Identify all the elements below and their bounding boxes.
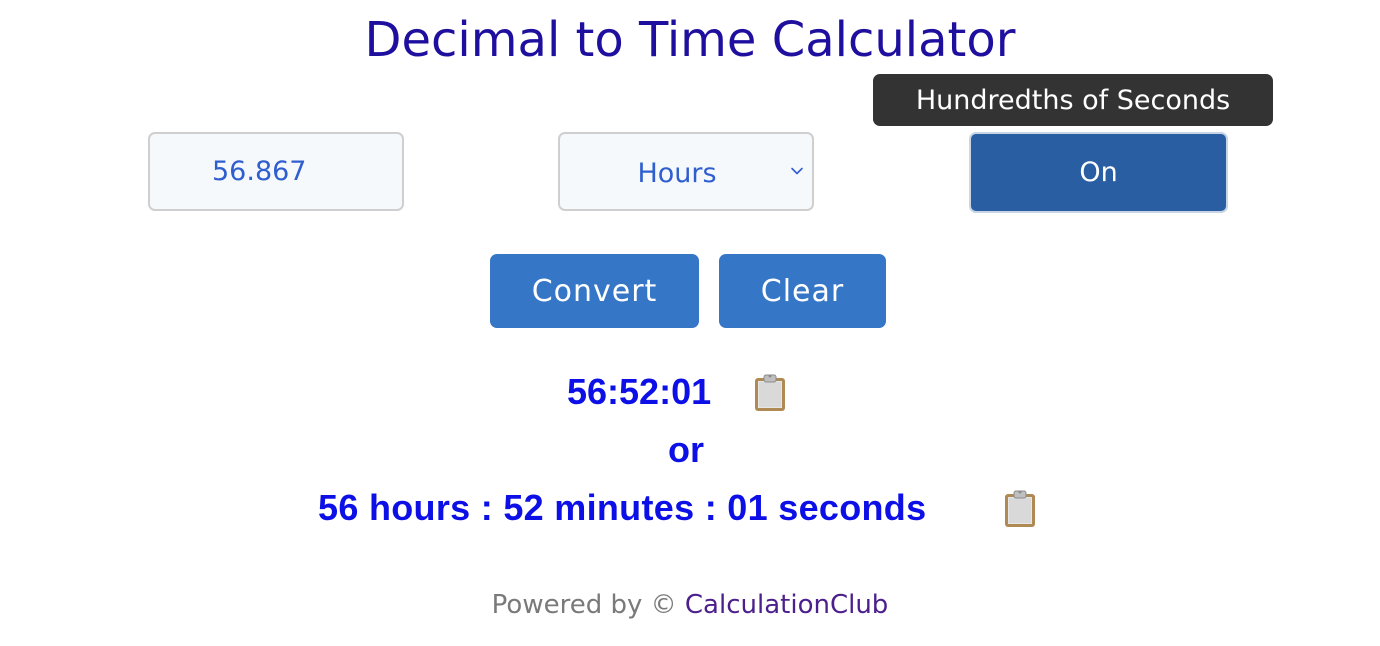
clear-button[interactable]: Clear: [719, 254, 886, 328]
chevron-down-icon: [791, 167, 803, 175]
result-hms: 56:52:01: [567, 371, 712, 412]
unit-select[interactable]: Hours: [558, 132, 814, 211]
footer: Powered by © CalculationClub: [0, 590, 1380, 620]
brand-link[interactable]: CalculationClub: [685, 590, 888, 620]
convert-button[interactable]: Convert: [490, 254, 699, 328]
or-separator: or: [668, 429, 704, 470]
result-words: 56 hours : 52 minutes : 01 seconds: [318, 487, 927, 528]
page-title: Decimal to Time Calculator: [364, 12, 1016, 68]
clipboard-icon[interactable]: [1002, 489, 1038, 529]
decimal-input[interactable]: 56.867: [148, 132, 404, 211]
hundredths-toggle-button[interactable]: On: [969, 132, 1228, 213]
hundredths-tooltip: Hundredths of Seconds: [873, 74, 1273, 126]
powered-by-text: Powered by ©: [491, 590, 677, 620]
hundredths-toggle-label: On: [1079, 157, 1118, 188]
clipboard-icon[interactable]: [752, 373, 788, 413]
unit-select-value: Hours: [637, 158, 717, 189]
decimal-input-value: 56.867: [212, 156, 307, 187]
